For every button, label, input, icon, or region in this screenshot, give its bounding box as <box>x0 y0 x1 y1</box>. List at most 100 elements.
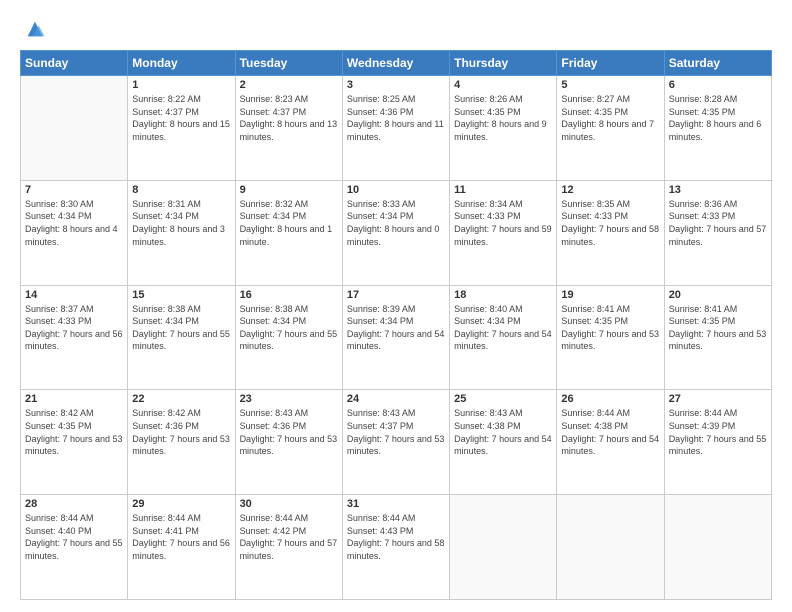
day-number: 19 <box>561 289 659 301</box>
calendar-cell: 23 Sunrise: 8:43 AMSunset: 4:36 PMDayligh… <box>235 390 342 495</box>
day-info: Sunrise: 8:43 AMSunset: 4:36 PMDaylight:… <box>240 408 338 456</box>
day-info: Sunrise: 8:44 AMSunset: 4:38 PMDaylight:… <box>561 408 659 456</box>
calendar-cell: 21 Sunrise: 8:42 AMSunset: 4:35 PMDayligh… <box>21 390 128 495</box>
col-friday: Friday <box>557 51 664 76</box>
day-number: 28 <box>25 498 123 510</box>
day-info: Sunrise: 8:35 AMSunset: 4:33 PMDaylight:… <box>561 199 659 247</box>
day-number: 29 <box>132 498 230 510</box>
day-number: 1 <box>132 79 230 91</box>
col-thursday: Thursday <box>450 51 557 76</box>
day-info: Sunrise: 8:22 AMSunset: 4:37 PMDaylight:… <box>132 94 230 142</box>
calendar-cell: 16 Sunrise: 8:38 AMSunset: 4:34 PMDayligh… <box>235 285 342 390</box>
page: Sunday Monday Tuesday Wednesday Thursday… <box>0 0 792 612</box>
calendar-cell: 1 Sunrise: 8:22 AMSunset: 4:37 PMDaylight… <box>128 76 235 181</box>
calendar-cell: 14 Sunrise: 8:37 AMSunset: 4:33 PMDayligh… <box>21 285 128 390</box>
calendar-cell: 15Sunrise: 8:38 AMSunset: 4:34 PMDayligh… <box>128 285 235 390</box>
calendar-cell: 27Sunrise: 8:44 AMSunset: 4:39 PMDayligh… <box>664 390 771 495</box>
day-info: Sunrise: 8:43 AMSunset: 4:38 PMDaylight:… <box>454 408 552 456</box>
logo <box>20 18 46 40</box>
day-info: Sunrise: 8:37 AMSunset: 4:33 PMDaylight:… <box>25 304 123 352</box>
day-info: Sunrise: 8:44 AMSunset: 4:40 PMDaylight:… <box>25 513 123 561</box>
calendar-cell: 20 Sunrise: 8:41 AMSunset: 4:35 PMDayligh… <box>664 285 771 390</box>
day-number: 17 <box>347 289 445 301</box>
day-info: Sunrise: 8:40 AMSunset: 4:34 PMDaylight:… <box>454 304 552 352</box>
calendar-cell: 3 Sunrise: 8:25 AMSunset: 4:36 PMDaylight… <box>342 76 449 181</box>
calendar-cell <box>21 76 128 181</box>
calendar-cell: 8Sunrise: 8:31 AMSunset: 4:34 PMDaylight… <box>128 180 235 285</box>
week-row-2: 7 Sunrise: 8:30 AMSunset: 4:34 PMDaylight… <box>21 180 772 285</box>
col-sunday: Sunday <box>21 51 128 76</box>
day-number: 6 <box>669 79 767 91</box>
day-number: 21 <box>25 393 123 405</box>
calendar-cell: 19 Sunrise: 8:41 AMSunset: 4:35 PMDayligh… <box>557 285 664 390</box>
week-row-3: 14 Sunrise: 8:37 AMSunset: 4:33 PMDayligh… <box>21 285 772 390</box>
day-number: 3 <box>347 79 445 91</box>
day-number: 30 <box>240 498 338 510</box>
day-info: Sunrise: 8:42 AMSunset: 4:35 PMDaylight:… <box>25 408 123 456</box>
day-number: 4 <box>454 79 552 91</box>
day-number: 20 <box>669 289 767 301</box>
day-number: 9 <box>240 184 338 196</box>
header-row: Sunday Monday Tuesday Wednesday Thursday… <box>21 51 772 76</box>
day-number: 7 <box>25 184 123 196</box>
calendar-cell: 29 Sunrise: 8:44 AMSunset: 4:41 PMDayligh… <box>128 495 235 600</box>
day-number: 13 <box>669 184 767 196</box>
day-info: Sunrise: 8:32 AMSunset: 4:34 PMDaylight:… <box>240 199 333 247</box>
day-number: 15 <box>132 289 230 301</box>
header <box>20 18 772 40</box>
day-number: 24 <box>347 393 445 405</box>
day-info: Sunrise: 8:34 AMSunset: 4:33 PMDaylight:… <box>454 199 552 247</box>
day-number: 31 <box>347 498 445 510</box>
calendar-cell: 17 Sunrise: 8:39 AMSunset: 4:34 PMDayligh… <box>342 285 449 390</box>
calendar-cell: 22Sunrise: 8:42 AMSunset: 4:36 PMDayligh… <box>128 390 235 495</box>
day-info: Sunrise: 8:33 AMSunset: 4:34 PMDaylight:… <box>347 199 440 247</box>
day-number: 2 <box>240 79 338 91</box>
day-number: 23 <box>240 393 338 405</box>
day-number: 8 <box>132 184 230 196</box>
calendar-cell: 11Sunrise: 8:34 AMSunset: 4:33 PMDayligh… <box>450 180 557 285</box>
logo-icon <box>24 18 46 40</box>
calendar-cell: 18 Sunrise: 8:40 AMSunset: 4:34 PMDayligh… <box>450 285 557 390</box>
calendar-cell <box>557 495 664 600</box>
week-row-1: 1 Sunrise: 8:22 AMSunset: 4:37 PMDaylight… <box>21 76 772 181</box>
col-tuesday: Tuesday <box>235 51 342 76</box>
day-number: 25 <box>454 393 552 405</box>
calendar-cell: 24 Sunrise: 8:43 AMSunset: 4:37 PMDayligh… <box>342 390 449 495</box>
day-number: 27 <box>669 393 767 405</box>
day-info: Sunrise: 8:23 AMSunset: 4:37 PMDaylight:… <box>240 94 338 142</box>
calendar-cell: 12 Sunrise: 8:35 AMSunset: 4:33 PMDayligh… <box>557 180 664 285</box>
day-number: 12 <box>561 184 659 196</box>
day-info: Sunrise: 8:43 AMSunset: 4:37 PMDaylight:… <box>347 408 445 456</box>
col-saturday: Saturday <box>664 51 771 76</box>
day-number: 22 <box>132 393 230 405</box>
day-number: 16 <box>240 289 338 301</box>
calendar-cell: 9 Sunrise: 8:32 AMSunset: 4:34 PMDaylight… <box>235 180 342 285</box>
day-number: 14 <box>25 289 123 301</box>
day-info: Sunrise: 8:44 AMSunset: 4:42 PMDaylight:… <box>240 513 338 561</box>
day-number: 5 <box>561 79 659 91</box>
day-info: Sunrise: 8:38 AMSunset: 4:34 PMDaylight:… <box>240 304 338 352</box>
day-info: Sunrise: 8:41 AMSunset: 4:35 PMDaylight:… <box>561 304 659 352</box>
day-info: Sunrise: 8:41 AMSunset: 4:35 PMDaylight:… <box>669 304 767 352</box>
calendar-cell: 6Sunrise: 8:28 AMSunset: 4:35 PMDaylight… <box>664 76 771 181</box>
calendar-cell: 25 Sunrise: 8:43 AMSunset: 4:38 PMDayligh… <box>450 390 557 495</box>
day-info: Sunrise: 8:36 AMSunset: 4:33 PMDaylight:… <box>669 199 767 247</box>
day-info: Sunrise: 8:44 AMSunset: 4:43 PMDaylight:… <box>347 513 445 561</box>
day-info: Sunrise: 8:26 AMSunset: 4:35 PMDaylight:… <box>454 94 547 142</box>
calendar-cell: 26Sunrise: 8:44 AMSunset: 4:38 PMDayligh… <box>557 390 664 495</box>
day-info: Sunrise: 8:25 AMSunset: 4:36 PMDaylight:… <box>347 94 444 142</box>
calendar-cell <box>450 495 557 600</box>
col-wednesday: Wednesday <box>342 51 449 76</box>
calendar-cell: 10 Sunrise: 8:33 AMSunset: 4:34 PMDayligh… <box>342 180 449 285</box>
calendar-cell: 30 Sunrise: 8:44 AMSunset: 4:42 PMDayligh… <box>235 495 342 600</box>
calendar-cell: 13 Sunrise: 8:36 AMSunset: 4:33 PMDayligh… <box>664 180 771 285</box>
calendar-cell <box>664 495 771 600</box>
day-number: 18 <box>454 289 552 301</box>
week-row-4: 21 Sunrise: 8:42 AMSunset: 4:35 PMDayligh… <box>21 390 772 495</box>
day-info: Sunrise: 8:39 AMSunset: 4:34 PMDaylight:… <box>347 304 445 352</box>
day-info: Sunrise: 8:44 AMSunset: 4:41 PMDaylight:… <box>132 513 230 561</box>
day-number: 10 <box>347 184 445 196</box>
calendar-cell: 31 Sunrise: 8:44 AMSunset: 4:43 PMDayligh… <box>342 495 449 600</box>
day-info: Sunrise: 8:30 AMSunset: 4:34 PMDaylight:… <box>25 199 118 247</box>
col-monday: Monday <box>128 51 235 76</box>
